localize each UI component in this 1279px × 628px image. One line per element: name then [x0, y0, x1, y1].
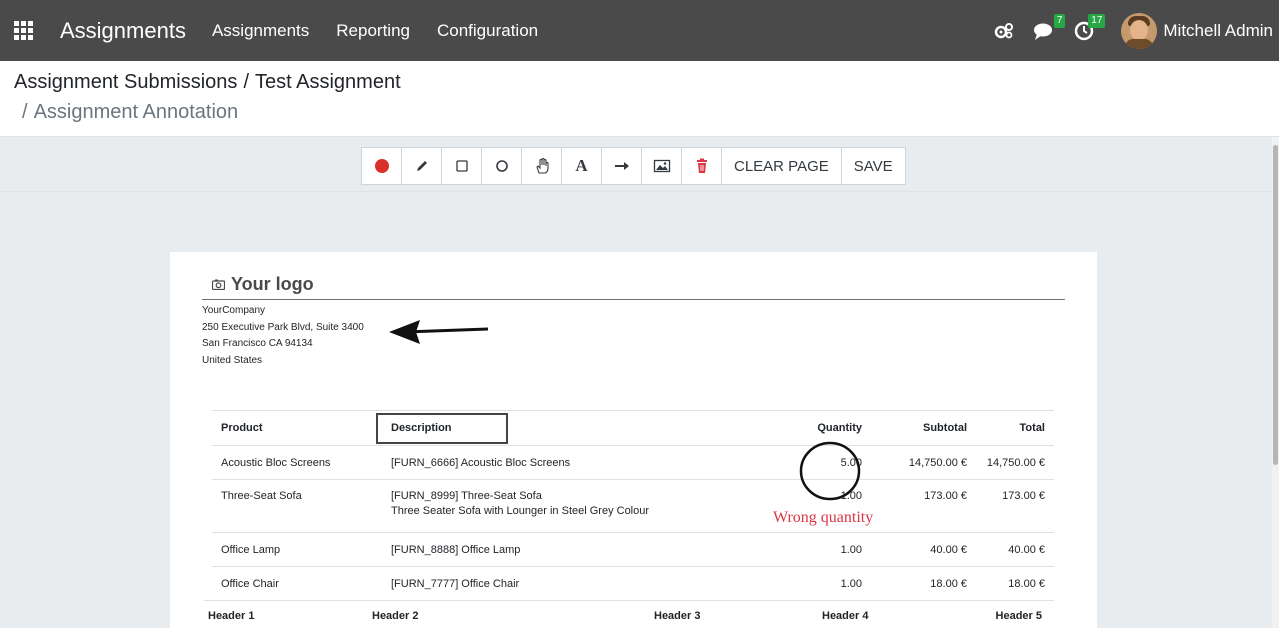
description-cell: [FURN_8999] Three-Seat Sofa Three Seater… — [382, 490, 767, 517]
apps-grid-icon — [13, 21, 33, 40]
breadcrumb-test-assignment[interactable]: Test Assignment — [255, 71, 401, 93]
save-button[interactable]: SAVE — [841, 148, 905, 184]
subtotal-cell: 14,750.00 € — [908, 456, 967, 469]
square-icon — [455, 160, 468, 172]
quantity-cell: 1.00 — [840, 543, 862, 556]
sub-header-3: Header 3 — [654, 609, 701, 622]
sub-header-1: Header 1 — [208, 609, 255, 622]
company-address: YourCompany 250 Executive Park Blvd, Sui… — [202, 303, 364, 369]
company-street: 250 Executive Park Blvd, Suite 3400 — [202, 321, 364, 333]
breadcrumb-assignment-submissions[interactable]: Assignment Submissions — [14, 71, 237, 93]
company-name: YourCompany — [202, 305, 266, 316]
text-tool-button[interactable]: A — [562, 148, 602, 184]
sub-header-5: Header 5 — [995, 609, 1042, 622]
control-panel: Assignment Submissions / Test Assignment /… — [0, 61, 1279, 137]
quantity-cell: 5.00 — [840, 456, 862, 469]
header-divider — [202, 299, 1065, 300]
annotation-toolbar: A CLEAR PAGE SAVE — [361, 147, 906, 185]
messages-icon[interactable]: 7 — [1033, 13, 1066, 42]
annotation-arrow[interactable] — [389, 320, 489, 344]
pencil-icon — [416, 161, 427, 171]
company-country: United States — [202, 354, 263, 366]
image-tool-button[interactable] — [642, 148, 682, 184]
subtotal-cell: 173.00 € — [924, 490, 967, 502]
apps-menu-button[interactable] — [0, 0, 46, 61]
camera-icon — [211, 277, 226, 293]
sub-header-2: Header 2 — [372, 609, 419, 622]
table-row: Office Lamp [FURN_8888] Office Lamp 1.00… — [212, 532, 1054, 566]
table-row: Three-Seat Sofa [FURN_8999] Three-Seat S… — [212, 479, 1054, 532]
description-cell: [FURN_6666] Acoustic Bloc Screens — [391, 456, 571, 469]
activities-count-badge: 17 — [1088, 13, 1106, 28]
description-cell: [FURN_8888] Office Lamp — [391, 543, 521, 556]
description-cell: [FURN_7777] Office Chair — [391, 577, 520, 590]
app-brand[interactable]: Assignments — [60, 18, 186, 44]
quantity-cell: 1.00 — [840, 490, 862, 502]
annotation-toolbar-area: A CLEAR PAGE SAVE — [0, 137, 1272, 192]
messages-count-badge: 7 — [1053, 13, 1066, 28]
sub-header-4: Header 4 — [822, 609, 869, 622]
breadcrumb-separator: / — [22, 101, 28, 123]
user-avatar[interactable] — [1121, 12, 1158, 49]
quantity-cell: 1.00 — [840, 577, 862, 590]
scrollbar-thumb[interactable] — [1273, 145, 1278, 465]
company-logo: Your logo — [211, 274, 314, 295]
breadcrumb-current-assignment-annotation: Assignment Annotation — [33, 101, 239, 123]
image-icon — [653, 159, 670, 173]
pencil-tool-button[interactable] — [402, 148, 442, 184]
delete-tool-button[interactable] — [682, 148, 722, 184]
column-header-subtotal: Subtotal — [923, 422, 967, 434]
table-row: Office Chair [FURN_7777] Office Chair 1.… — [212, 566, 1054, 600]
total-cell: 14,750.00 € — [986, 456, 1045, 469]
top-navbar: Assignments Assignments Reporting Config… — [0, 0, 1279, 61]
document-page[interactable]: Your logo YourCompany 250 Executive Park… — [170, 252, 1097, 628]
product-cell: Office Chair — [221, 577, 279, 590]
total-cell: 40.00 € — [1008, 543, 1045, 556]
product-cell: Office Lamp — [221, 543, 281, 556]
record-tool-button[interactable] — [362, 148, 402, 184]
hand-tool-button[interactable] — [522, 148, 562, 184]
vertical-scrollbar[interactable] — [1272, 137, 1279, 628]
subtotal-cell: 18.00 € — [930, 577, 967, 590]
breadcrumb: Assignment Submissions / Test Assignment — [14, 71, 401, 94]
column-header-quantity: Quantity — [817, 422, 862, 434]
hand-icon — [535, 157, 549, 174]
logo-text: Your logo — [231, 274, 314, 294]
user-menu-name[interactable]: Mitchell Admin — [1163, 21, 1273, 41]
debug-gears-icon[interactable] — [993, 20, 1015, 42]
column-header-total: Total — [1019, 422, 1045, 434]
description-detail-line: Three Seater Sofa with Lounger in Steel … — [391, 505, 650, 517]
activities-clock-icon[interactable]: 17 — [1073, 13, 1106, 42]
arrow-tool-button[interactable] — [602, 148, 642, 184]
total-cell: 18.00 € — [1008, 577, 1045, 590]
circle-tool-button[interactable] — [482, 148, 522, 184]
menu-configuration[interactable]: Configuration — [437, 21, 538, 41]
rectangle-tool-button[interactable] — [442, 148, 482, 184]
column-header-description: Description — [391, 422, 452, 434]
table-row: Acoustic Bloc Screens [FURN_6666] Acoust… — [212, 445, 1054, 479]
menu-reporting[interactable]: Reporting — [336, 21, 410, 41]
breadcrumb-current-line: / Assignment Annotation — [22, 101, 238, 124]
secondary-header-row: Header 1 Header 2 Header 3 Header 4 Head… — [204, 600, 1054, 628]
clear-page-button[interactable]: CLEAR PAGE — [722, 148, 842, 184]
trash-icon — [696, 158, 707, 173]
record-icon — [374, 159, 389, 173]
company-city: San Francisco CA 94134 — [202, 338, 313, 349]
order-lines-table: Product Description Quantity Subtotal To… — [204, 410, 1054, 628]
menu-assignments[interactable]: Assignments — [212, 21, 309, 41]
total-cell: 173.00 € — [1002, 490, 1045, 502]
column-header-product: Product — [221, 422, 263, 434]
table-header-row: Product Description Quantity Subtotal To… — [212, 410, 1054, 445]
annotation-text-note[interactable]: Wrong quantity — [773, 509, 873, 527]
product-cell: Three-Seat Sofa — [221, 490, 302, 502]
arrow-icon — [614, 162, 629, 170]
subtotal-cell: 40.00 € — [930, 543, 967, 556]
product-cell: Acoustic Bloc Screens — [221, 456, 331, 469]
description-line: [FURN_8999] Three-Seat Sofa — [391, 490, 542, 502]
text-icon: A — [575, 156, 588, 175]
breadcrumb-separator: / — [243, 71, 249, 93]
circle-icon — [495, 160, 508, 172]
